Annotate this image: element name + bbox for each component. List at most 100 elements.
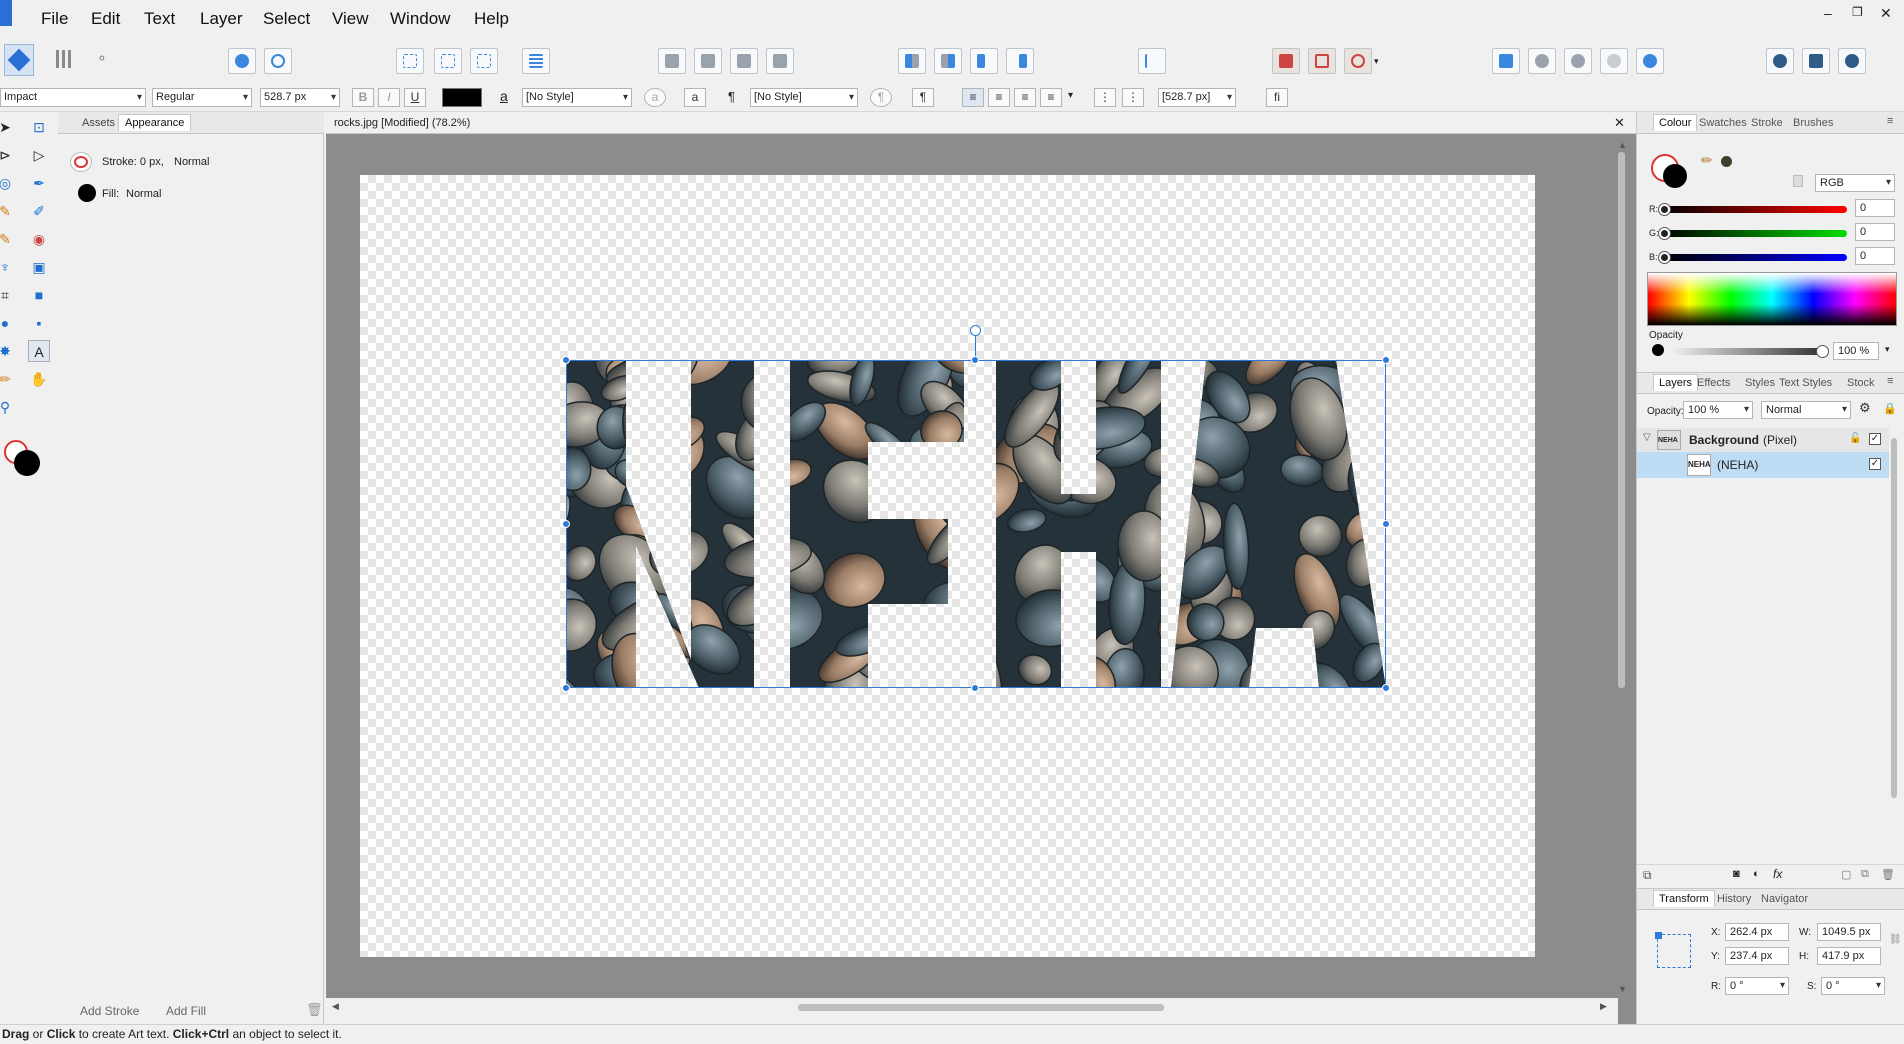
trash-icon[interactable]: 🗑: [306, 1002, 323, 1018]
boolean-intersect-icon[interactable]: [1564, 48, 1592, 74]
handle-bottom[interactable]: [971, 684, 979, 692]
handle-bottom-right[interactable]: [1382, 684, 1390, 692]
h-field[interactable]: 417.9 px: [1817, 947, 1881, 965]
tab-assets[interactable]: Assets: [82, 117, 115, 129]
font-family-select[interactable]: Impact: [0, 88, 146, 107]
stroke-swatch-icon[interactable]: [70, 152, 92, 172]
menu-edit[interactable]: Edit: [91, 9, 120, 29]
layer-visibility-checkbox[interactable]: ✓: [1869, 458, 1881, 470]
fill-color-icon[interactable]: [14, 450, 40, 476]
align-center-icon[interactable]: ≡: [988, 88, 1010, 107]
add-fill-button[interactable]: Add Fill: [166, 1004, 206, 1018]
menu-layer[interactable]: Layer: [200, 9, 243, 29]
tab-colour[interactable]: Colour: [1653, 114, 1698, 131]
fill-blend-mode[interactable]: Normal: [126, 188, 161, 200]
rotate-left-icon[interactable]: [970, 48, 998, 74]
vector-brush-icon[interactable]: ✐: [28, 200, 50, 222]
duplicate-icon[interactable]: ⧉: [1861, 868, 1869, 881]
corner-tool-icon[interactable]: ◎: [0, 172, 16, 194]
handle-right[interactable]: [1382, 520, 1390, 528]
horizontal-scrollbar[interactable]: [798, 1004, 1164, 1011]
layer-lock-state-icon[interactable]: 🔓: [1849, 433, 1861, 444]
tab-swatches[interactable]: Swatches: [1699, 117, 1747, 129]
tab-history[interactable]: History: [1717, 893, 1751, 905]
layer-stack-icon[interactable]: ⧉: [1643, 868, 1652, 883]
star-tool-icon[interactable]: ✸: [0, 340, 16, 362]
insert-top-icon[interactable]: [1838, 48, 1866, 74]
text-color-swatch[interactable]: [442, 88, 482, 107]
tab-effects[interactable]: Effects: [1697, 377, 1730, 389]
arrange-back-icon[interactable]: [658, 48, 686, 74]
layer-blend-select[interactable]: Normal: [1761, 401, 1851, 419]
eyedropper-tool-icon[interactable]: ✏: [0, 368, 16, 390]
paint-brush-icon[interactable]: ✎: [0, 228, 16, 250]
ligature-button[interactable]: fi: [1266, 88, 1288, 107]
scroll-up-icon[interactable]: ▲: [1618, 140, 1627, 152]
tab-text-styles[interactable]: Text Styles: [1779, 377, 1832, 389]
bounding-box-icon[interactable]: [434, 48, 462, 74]
numbered-list-icon[interactable]: ⋮: [1122, 88, 1144, 107]
shear-field[interactable]: 0 °: [1821, 977, 1885, 995]
menu-window[interactable]: Window: [390, 9, 450, 29]
pencil-tool-icon[interactable]: ✎: [0, 200, 16, 222]
tab-stroke[interactable]: Stroke: [1751, 117, 1783, 129]
b-slider[interactable]: [1663, 254, 1847, 261]
align-icon[interactable]: [1138, 48, 1166, 74]
x-field[interactable]: 262.4 px: [1725, 923, 1789, 941]
tab-layers[interactable]: Layers: [1653, 374, 1699, 391]
font-style-select[interactable]: Regular: [152, 88, 252, 107]
pen-tool-icon[interactable]: ✒: [28, 172, 50, 194]
character-panel-icon[interactable]: a: [500, 88, 508, 104]
flip-horizontal-icon[interactable]: [898, 48, 926, 74]
boolean-divide-icon[interactable]: [1636, 48, 1664, 74]
node-tool-icon[interactable]: ⊳: [0, 144, 16, 166]
opacity-value-field[interactable]: 100 %: [1833, 342, 1879, 360]
font-size-field[interactable]: 528.7 px: [260, 88, 340, 107]
expand-icon[interactable]: ▽: [1643, 432, 1651, 443]
designer-persona-icon[interactable]: [4, 44, 34, 76]
layers-menu-icon[interactable]: ≡: [1887, 375, 1893, 387]
fill-swatch-icon[interactable]: [78, 184, 96, 202]
r-value-field[interactable]: 0: [1855, 199, 1895, 217]
handle-top-left[interactable]: [562, 356, 570, 364]
geometry-subtract-icon[interactable]: [1308, 48, 1336, 74]
y-field[interactable]: 237.4 px: [1725, 947, 1789, 965]
alt-bounding-icon[interactable]: [470, 48, 498, 74]
scroll-down-icon[interactable]: ▼: [1618, 984, 1627, 994]
rounded-rect-tool-icon[interactable]: ▪: [28, 312, 50, 334]
underline-button[interactable]: U: [404, 88, 426, 107]
g-slider[interactable]: [1663, 230, 1847, 237]
glyph-icon[interactable]: a: [644, 88, 666, 107]
layers-scrollbar[interactable]: [1891, 438, 1897, 798]
g-slider-knob[interactable]: [1659, 228, 1670, 239]
layer-row-neha[interactable]: NEHA (NEHA) ✓: [1637, 452, 1889, 478]
colour-spectrum[interactable]: [1647, 272, 1897, 326]
fill-tool-icon[interactable]: ♆: [0, 256, 16, 278]
close-window-icon[interactable]: ✕: [1880, 5, 1892, 22]
menu-text[interactable]: Text: [144, 9, 175, 29]
tab-navigator[interactable]: Navigator: [1761, 893, 1808, 905]
tab-styles[interactable]: Styles: [1745, 377, 1775, 389]
leading-field[interactable]: [528.7 px]: [1158, 88, 1236, 107]
zoom-tool-icon[interactable]: ⚲: [0, 396, 16, 418]
crop-tool-icon[interactable]: ⌗: [0, 284, 16, 306]
tab-stock[interactable]: Stock: [1847, 377, 1875, 389]
paragraph-icon[interactable]: ¶: [728, 89, 735, 104]
opacity-slider-knob[interactable]: [1817, 346, 1828, 357]
colour-model-select[interactable]: RGB: [1815, 174, 1895, 192]
b-slider-knob[interactable]: [1659, 252, 1670, 263]
handle-top-right[interactable]: [1382, 356, 1390, 364]
justify-icon[interactable]: ≡: [1040, 88, 1062, 107]
lock-icon[interactable]: [1793, 175, 1803, 187]
document-title[interactable]: rocks.jpg [Modified] (78.2%): [334, 117, 470, 129]
add-stroke-button[interactable]: Add Stroke: [80, 1004, 139, 1018]
boolean-subtract-icon[interactable]: [1528, 48, 1556, 74]
scroll-right-icon[interactable]: ▶: [1600, 1001, 1607, 1012]
handle-left[interactable]: [562, 520, 570, 528]
scroll-left-icon[interactable]: ◀: [332, 1001, 339, 1012]
eyedropper-icon[interactable]: ✏: [1701, 152, 1713, 169]
align-dropdown-icon[interactable]: ▾: [1068, 90, 1073, 101]
menu-file[interactable]: File: [41, 9, 68, 29]
delete-layer-icon[interactable]: 🗑: [1881, 868, 1895, 881]
insert-inside-icon[interactable]: [1766, 48, 1794, 74]
